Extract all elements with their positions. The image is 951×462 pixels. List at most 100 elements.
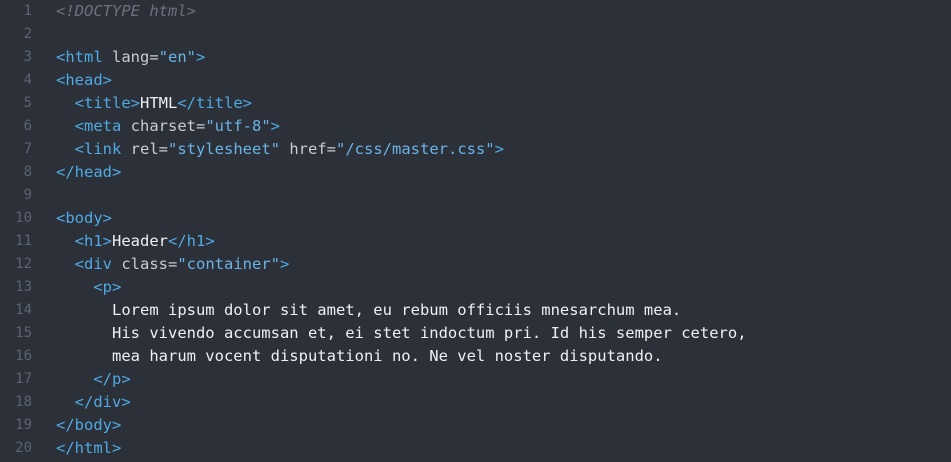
code-content[interactable]: </head> (56, 161, 121, 184)
line-number: 9 (23, 187, 32, 203)
line-number: 20 (15, 440, 32, 456)
code-token-tag: <p> (93, 278, 122, 296)
code-content[interactable]: <head> (56, 69, 112, 92)
code-token-tag: <div (74, 255, 112, 273)
code-token-text: HTML (140, 94, 178, 112)
code-token-tag: > (196, 48, 206, 66)
code-content[interactable]: <title>HTML</title> (56, 92, 252, 115)
code-line[interactable]: 8 </head> (0, 161, 951, 184)
line-number: 18 (15, 394, 32, 410)
code-line[interactable]: 2 (0, 23, 951, 46)
code-token-tag: </h1> (168, 232, 215, 250)
code-content[interactable]: </body> (56, 414, 121, 437)
line-number: 6 (23, 118, 32, 134)
code-token-text: His vivendo accumsan et, ei stet indoctu… (56, 324, 747, 342)
code-token-tag: > (494, 140, 504, 158)
code-token-tag: <body> (56, 209, 112, 227)
line-number: 10 (15, 210, 32, 226)
code-token-attr: charset= (121, 117, 206, 135)
code-line[interactable]: 4 <head> (0, 69, 951, 92)
code-line[interactable]: 9 (0, 184, 951, 207)
code-line[interactable]: 3 <html lang="en"> (0, 46, 951, 69)
code-token-tag: <h1> (74, 232, 112, 250)
code-token-attr: href= (280, 140, 336, 158)
code-token-tag: > (279, 255, 290, 273)
code-token-doctype: <!DOCTYPE html> (56, 2, 196, 20)
line-number: 11 (15, 233, 32, 249)
code-line[interactable]: 6 <meta charset="utf-8"> (0, 115, 951, 138)
code-token-tag: </p> (93, 370, 131, 388)
code-token-tag: </head> (56, 163, 122, 181)
code-token-str: "/css/master.css" (336, 140, 495, 158)
code-content[interactable]: <p> (56, 276, 121, 299)
code-token-text: Header (112, 232, 168, 250)
code-content[interactable]: <body> (56, 207, 112, 230)
line-number: 17 (15, 371, 32, 387)
line-number: 8 (23, 164, 32, 180)
code-line[interactable]: 15 His vivendo accumsan et, ei stet indo… (0, 322, 951, 345)
code-token-attr: rel= (121, 140, 169, 158)
code-token-text: Lorem ipsum dolor sit amet, eu rebum off… (56, 301, 682, 319)
code-content[interactable]: <h1>Header</h1> (56, 230, 215, 253)
code-token-attr: lang= (102, 48, 159, 66)
code-token-str: "en" (158, 48, 196, 66)
code-token-str: "utf-8" (205, 117, 271, 135)
code-line[interactable]: 19 </body> (0, 414, 951, 437)
line-number: 15 (15, 325, 32, 341)
line-number: 2 (23, 26, 32, 42)
code-token-tag: </div> (74, 393, 131, 411)
code-content[interactable]: </p> (56, 368, 131, 391)
code-token-tag: </html> (56, 439, 122, 457)
code-token-tag: <title> (74, 94, 140, 112)
code-line[interactable]: 17 </p> (0, 368, 951, 391)
code-content[interactable]: <div class="container"> (56, 253, 290, 276)
line-number: 19 (15, 417, 32, 433)
code-content[interactable]: His vivendo accumsan et, ei stet indoctu… (56, 322, 747, 345)
code-content[interactable]: </div> (56, 391, 131, 414)
code-editor[interactable]: 1 <!DOCTYPE html> 2 3 <html lang="en"> 4 <head… (0, 0, 951, 462)
code-line[interactable]: 1 <!DOCTYPE html> (0, 0, 951, 23)
line-number: 13 (15, 279, 32, 295)
code-token-attr: class= (112, 255, 178, 273)
code-line[interactable]: 14 Lorem ipsum dolor sit amet, eu rebum … (0, 299, 951, 322)
code-line[interactable]: 11 <h1>Header</h1> (0, 230, 951, 253)
code-content[interactable]: </html> (56, 437, 121, 460)
code-content[interactable]: Lorem ipsum dolor sit amet, eu rebum off… (56, 299, 681, 322)
code-content[interactable]: <link rel="stylesheet" href="/css/master… (56, 138, 504, 161)
code-token-tag: <meta (74, 117, 122, 135)
code-line[interactable]: 5 <title>HTML</title> (0, 92, 951, 115)
code-token-tag: <head> (56, 71, 112, 89)
code-token-tag: <link (74, 140, 122, 158)
code-line[interactable]: 7 <link rel="stylesheet" href="/css/mast… (0, 138, 951, 161)
code-content[interactable]: <!DOCTYPE html> (56, 0, 196, 23)
code-content[interactable]: <meta charset="utf-8"> (56, 115, 280, 138)
code-line[interactable]: 16 mea harum vocent disputationi no. Ne … (0, 345, 951, 368)
line-number: 14 (15, 302, 32, 318)
code-line[interactable]: 12 <div class="container"> (0, 253, 951, 276)
code-content[interactable]: mea harum vocent disputationi no. Ne vel… (56, 345, 663, 368)
code-token-tag: <html (56, 48, 103, 66)
code-token-tag: > (270, 117, 281, 135)
code-line[interactable]: 20 </html> (0, 437, 951, 460)
line-number: 16 (15, 348, 32, 364)
code-content[interactable]: <html lang="en"> (56, 46, 205, 69)
code-line[interactable]: 13 <p> (0, 276, 951, 299)
code-token-tag: </body> (56, 416, 122, 434)
code-line[interactable]: 10 <body> (0, 207, 951, 230)
code-line[interactable]: 18 </div> (0, 391, 951, 414)
code-token-tag: </title> (177, 94, 252, 112)
line-number: 5 (23, 95, 32, 111)
line-number: 7 (23, 141, 32, 157)
code-token-str: "stylesheet" (168, 140, 280, 158)
line-number: 12 (15, 256, 32, 272)
line-number: 4 (23, 72, 32, 88)
line-number: 1 (23, 3, 32, 19)
